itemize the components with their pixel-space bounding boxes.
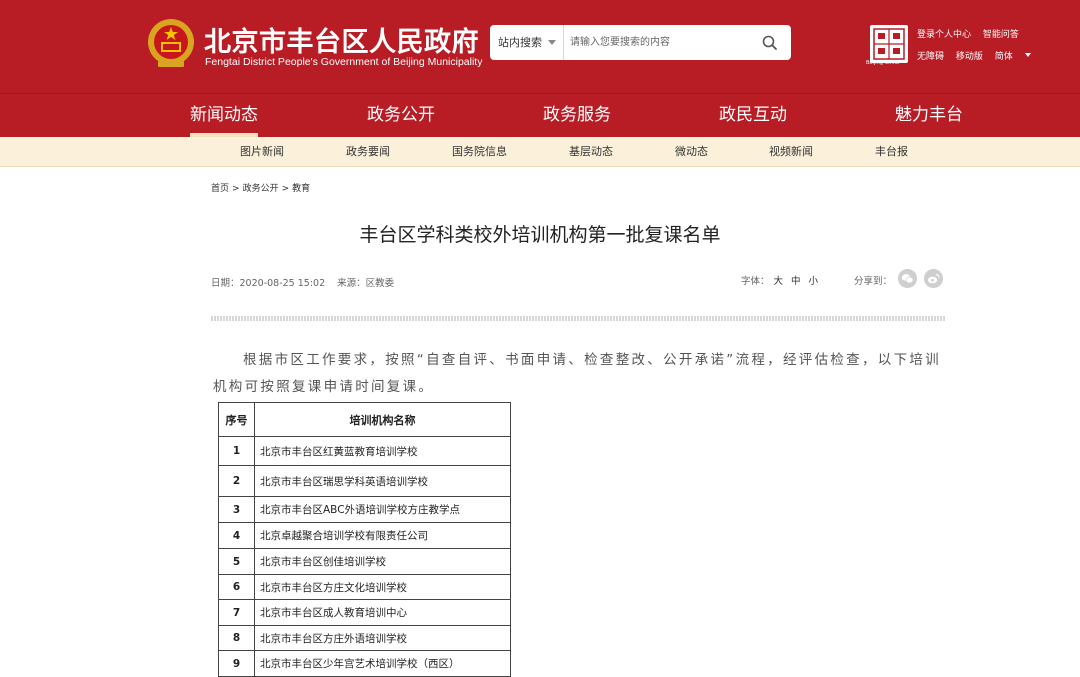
chevron-down-icon: [1024, 53, 1031, 57]
row-index: 6: [218, 574, 255, 600]
subnav-photo-news[interactable]: 图片新闻: [240, 137, 284, 167]
article-paragraph: 根据市区工作要求，按照“自查自评、书面申请、检查整改、公开承诺”流程，经评估检查…: [213, 352, 941, 395]
subnav-newspaper[interactable]: 丰台报: [875, 137, 908, 167]
language-label: 简体: [994, 52, 1013, 62]
logo-caption: Beijing-China: [866, 60, 900, 66]
source-label: 来源：: [337, 278, 366, 289]
nav-charm-fengtai[interactable]: 魅力丰台: [895, 94, 963, 137]
nav-gov-service[interactable]: 政务服务: [543, 94, 611, 137]
table-row: 3 北京市丰台区ABC外语培训学校方庄教学点: [218, 496, 511, 523]
row-index: 8: [218, 625, 255, 651]
table-row: 8 北京市丰台区方庄外语培训学校: [218, 625, 511, 651]
capital-window-logo-icon[interactable]: [870, 25, 908, 63]
nav-interaction[interactable]: 政民互动: [719, 94, 787, 137]
subnav-grassroots[interactable]: 基层动态: [569, 137, 613, 167]
breadcrumb-home[interactable]: 首页: [211, 184, 229, 194]
row-index: 3: [218, 496, 255, 523]
breadcrumb: 首页 > 政务公开 > 教育: [211, 181, 310, 194]
article-title: 丰台区学科类校外培训机构第一批复课名单: [359, 224, 721, 246]
breadcrumb-separator: >: [232, 184, 240, 194]
login-link[interactable]: 登录个人中心: [917, 30, 971, 40]
subnav-state-council[interactable]: 国务院信息: [452, 137, 507, 167]
top-links-row2: 无障碍 移动版 简体: [917, 49, 1040, 62]
date-label: 日期：: [211, 278, 240, 289]
mobile-link[interactable]: 移动版: [956, 52, 983, 62]
nav-news[interactable]: 新闻动态: [190, 94, 258, 137]
table-header-row: 序号 培训机构名称: [218, 402, 511, 437]
row-name: 北京市丰台区方庄文化培训学校: [254, 574, 511, 600]
divider: [211, 316, 946, 321]
row-index: 2: [218, 465, 255, 497]
table-row: 6 北京市丰台区方庄文化培训学校: [218, 574, 511, 600]
row-name: 北京卓越聚合培训学校有限责任公司: [254, 522, 511, 549]
table-header-index: 序号: [218, 402, 255, 437]
row-index: 4: [218, 522, 255, 549]
row-name: 北京市丰台区方庄外语培训学校: [254, 625, 511, 651]
row-index: 7: [218, 599, 255, 626]
site-header: 北京市丰台区人民政府 Fengtai District People's Gov…: [0, 0, 1080, 93]
search-icon[interactable]: [760, 33, 780, 53]
row-name: 北京市丰台区成人教育培训中心: [254, 599, 511, 626]
wechat-icon[interactable]: [898, 269, 917, 288]
sub-nav: 图片新闻 政务要闻 国务院信息 基层动态 微动态 视频新闻 丰台报: [0, 137, 1080, 167]
search-input[interactable]: [570, 33, 750, 52]
row-name: 北京市丰台区红黄蓝教育培训学校: [254, 436, 511, 466]
row-name: 北京市丰台区创佳培训学校: [254, 548, 511, 575]
breadcrumb-separator: >: [281, 184, 290, 194]
smart-qa-link[interactable]: 智能问答: [983, 30, 1019, 40]
table-row: 7 北京市丰台区成人教育培训中心: [218, 599, 511, 626]
article-meta: 日期：2020-08-25 15:02 来源：区教委: [211, 275, 394, 289]
search-box: 站内搜索: [490, 25, 791, 60]
site-subtitle: Fengtai District People's Government of …: [205, 56, 483, 68]
font-size-medium-button[interactable]: 中: [791, 276, 801, 287]
table-header-name: 培训机构名称: [254, 402, 511, 437]
national-emblem-icon[interactable]: [146, 17, 196, 69]
subnav-micro[interactable]: 微动态: [675, 137, 708, 167]
font-size-label: 字体：: [741, 276, 770, 287]
table-row: 2 北京市丰台区瑞思学科英语培训学校: [218, 465, 511, 497]
chevron-down-icon: [548, 40, 556, 45]
search-scope-label: 站内搜索: [498, 36, 542, 49]
font-size-large-button[interactable]: 大: [774, 276, 784, 287]
publish-date: 2020-08-25 15:02: [239, 278, 326, 289]
article-source: 区教委: [365, 278, 395, 289]
main-nav: 新闻动态 政务公开 政务服务 政民互动 魅力丰台: [0, 93, 1080, 137]
search-scope-select[interactable]: 站内搜索: [490, 25, 564, 60]
breadcrumb-gov-affairs[interactable]: 政务公开: [243, 184, 279, 194]
subnav-gov-news[interactable]: 政务要闻: [346, 137, 390, 167]
font-size-small-button[interactable]: 小: [809, 276, 819, 287]
row-name: 北京市丰台区瑞思学科英语培训学校: [254, 465, 511, 497]
row-index: 5: [218, 548, 255, 575]
table-row: 1 北京市丰台区红黄蓝教育培训学校: [218, 436, 511, 466]
top-links-row1: 登录个人中心 智能问答: [917, 27, 1028, 40]
share-label: 分享到：: [854, 276, 893, 287]
accessibility-link[interactable]: 无障碍: [917, 52, 944, 62]
row-name: 北京市丰台区ABC外语培训学校方庄教学点: [254, 496, 511, 523]
institution-table: 序号 培训机构名称 1 北京市丰台区红黄蓝教育培训学校 2 北京市丰台区瑞思学科…: [218, 402, 511, 677]
language-select[interactable]: 简体: [995, 52, 1031, 62]
table-row: 5 北京市丰台区创佳培训学校: [218, 548, 511, 575]
subnav-video[interactable]: 视频新闻: [769, 137, 813, 167]
nav-gov-affairs[interactable]: 政务公开: [367, 94, 435, 137]
breadcrumb-education[interactable]: 教育: [292, 184, 310, 194]
row-index: 1: [218, 436, 255, 466]
font-size-control: 字体： 大中小: [741, 273, 818, 287]
site-title[interactable]: 北京市丰台区人民政府: [204, 20, 479, 59]
table-row: 4 北京卓越聚合培训学校有限责任公司: [218, 522, 511, 549]
weibo-icon[interactable]: [924, 269, 943, 288]
